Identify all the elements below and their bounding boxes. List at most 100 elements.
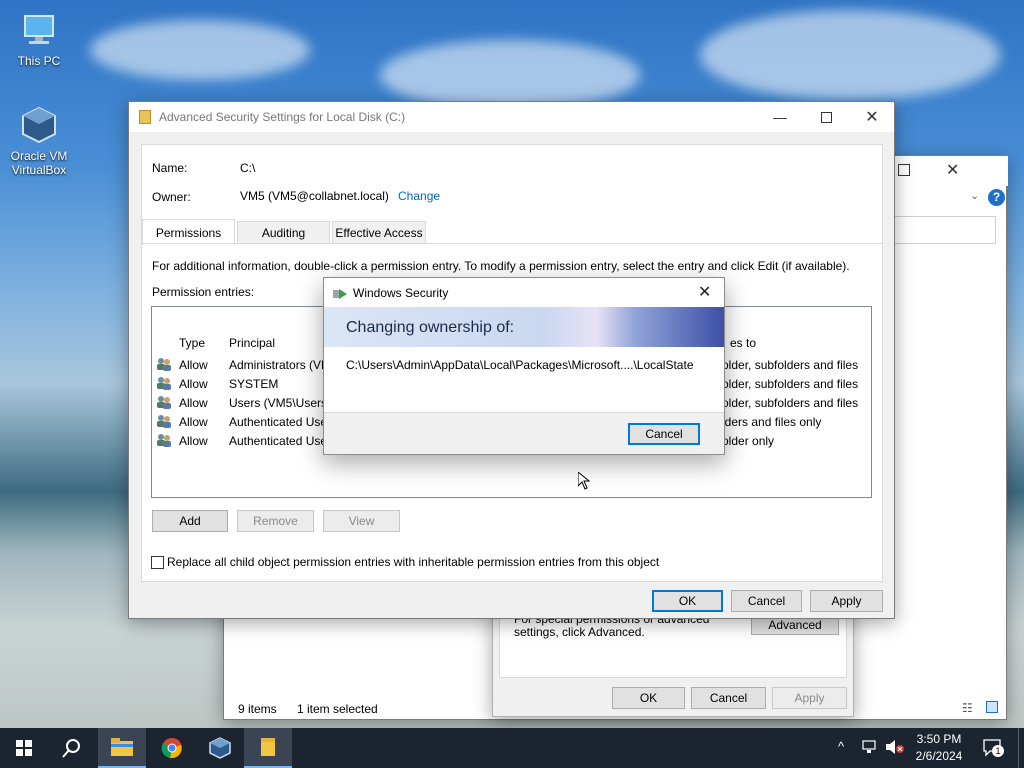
tab-permissions[interactable]: Permissions bbox=[142, 219, 235, 245]
status-item-count: 9 items bbox=[238, 702, 277, 716]
close-icon[interactable]: ✕ bbox=[946, 160, 959, 180]
entry-principal: Authenticated Use bbox=[229, 415, 328, 429]
dialog-footer: Cancel bbox=[324, 412, 724, 454]
users-icon bbox=[156, 414, 172, 428]
remove-button[interactable]: Remove bbox=[237, 510, 314, 532]
volume-muted-icon[interactable] bbox=[885, 740, 905, 754]
network-icon[interactable] bbox=[862, 740, 878, 754]
column-header-applies-to[interactable]: es to bbox=[730, 336, 756, 350]
entry-type: Allow bbox=[179, 434, 208, 448]
column-header-principal[interactable]: Principal bbox=[229, 336, 275, 350]
chevron-down-icon[interactable]: ⌄ bbox=[970, 189, 979, 202]
name-value: C:\ bbox=[240, 161, 256, 175]
clock-time: 3:50 PM bbox=[916, 732, 962, 746]
virtualbox-icon bbox=[209, 737, 231, 759]
dialog-heading: Changing ownership of: bbox=[346, 319, 515, 336]
desktop-icon-this-pc[interactable]: This PC bbox=[2, 10, 76, 68]
apply-button[interactable]: Apply bbox=[810, 590, 883, 612]
change-owner-link[interactable]: Change bbox=[398, 189, 440, 203]
wallpaper-cloud bbox=[90, 20, 310, 80]
details-view-icon[interactable]: ☷ bbox=[962, 701, 973, 715]
cancel-button[interactable]: Cancel bbox=[691, 687, 766, 709]
cancel-button[interactable]: Cancel bbox=[628, 423, 700, 445]
taskbar-file-explorer[interactable] bbox=[98, 728, 146, 768]
search-input[interactable] bbox=[894, 216, 996, 244]
entry-principal: Authenticated Use bbox=[229, 434, 328, 448]
column-header-type[interactable]: Type bbox=[179, 336, 205, 350]
search-button[interactable] bbox=[48, 728, 96, 768]
windows-security-dialog: Windows Security ✕ Changing ownership of… bbox=[323, 277, 725, 455]
replace-permissions-label[interactable]: Replace all child object permission entr… bbox=[167, 555, 659, 569]
owner-value: VM5 (VM5@collabnet.local) bbox=[240, 189, 389, 203]
desktop-icon-virtualbox[interactable]: Oracle VM VirtualBox bbox=[2, 105, 76, 177]
desktop-icon-label: Oracle VM VirtualBox bbox=[10, 149, 68, 177]
mouse-cursor-icon bbox=[577, 470, 591, 490]
notification-badge: 1 bbox=[992, 745, 1004, 757]
windows-logo-icon bbox=[16, 740, 32, 756]
entry-principal: Administrators (VM bbox=[229, 358, 332, 372]
add-button[interactable]: Add bbox=[152, 510, 228, 532]
tab-effective-access[interactable]: Effective Access bbox=[332, 221, 426, 243]
taskbar-virtualbox[interactable] bbox=[196, 728, 244, 768]
replace-permissions-checkbox[interactable] bbox=[151, 556, 164, 569]
ownership-path: C:\Users\Admin\AppData\Local\Packages\Mi… bbox=[346, 358, 694, 372]
action-center-button[interactable]: 1 bbox=[982, 737, 1004, 757]
users-icon bbox=[156, 395, 172, 409]
ok-button[interactable]: OK bbox=[612, 687, 685, 709]
window-title: Advanced Security Settings for Local Dis… bbox=[159, 110, 406, 124]
computer-icon bbox=[19, 10, 59, 50]
security-shield-icon bbox=[333, 288, 347, 299]
folder-icon bbox=[139, 110, 151, 124]
tab-auditing[interactable]: Auditing bbox=[237, 221, 330, 243]
show-hidden-icons-chevron-icon[interactable]: ^ bbox=[838, 739, 844, 754]
close-icon[interactable]: ✕ bbox=[698, 282, 711, 302]
desktop-icon-label: This PC bbox=[17, 54, 61, 68]
taskbar: ^ 3:50 PM 2/6/2024 1 bbox=[0, 728, 1024, 768]
search-icon bbox=[62, 739, 80, 758]
taskbar-chrome[interactable] bbox=[148, 728, 196, 768]
entry-type: Allow bbox=[179, 396, 208, 410]
dialog-title: Windows Security bbox=[353, 285, 449, 300]
name-label: Name: bbox=[152, 161, 188, 175]
maximize-icon[interactable] bbox=[898, 164, 910, 176]
document-folder-icon bbox=[261, 738, 275, 756]
info-text: For additional information, double-click… bbox=[152, 259, 850, 273]
cancel-button[interactable]: Cancel bbox=[731, 590, 802, 612]
ok-button[interactable]: OK bbox=[652, 590, 723, 612]
entry-type: Allow bbox=[179, 377, 208, 391]
entry-type: Allow bbox=[179, 415, 208, 429]
close-icon[interactable]: ✕ bbox=[849, 102, 895, 132]
wallpaper-cloud bbox=[380, 40, 640, 110]
apply-button[interactable]: Apply bbox=[772, 687, 847, 709]
dialog-titlebar[interactable]: Windows Security ✕ bbox=[324, 278, 724, 307]
entry-applies-to: older, subfolders and files bbox=[722, 396, 859, 410]
entry-type: Allow bbox=[179, 358, 208, 372]
back-window-titlebar: ✕ bbox=[894, 156, 1008, 186]
window-titlebar[interactable]: Advanced Security Settings for Local Dis… bbox=[129, 102, 894, 132]
start-button[interactable] bbox=[0, 728, 48, 768]
status-selected-count: 1 item selected bbox=[297, 702, 378, 716]
tab-divider bbox=[142, 243, 882, 244]
permission-entries-label: Permission entries: bbox=[152, 285, 255, 299]
tiles-view-icon[interactable] bbox=[986, 701, 998, 713]
virtualbox-icon bbox=[19, 105, 59, 145]
wallpaper-cloud bbox=[700, 10, 1000, 100]
clock-date: 2/6/2024 bbox=[915, 749, 963, 763]
taskbar-properties[interactable] bbox=[244, 728, 292, 768]
entry-applies-to: older, subfolders and files bbox=[722, 377, 859, 391]
entry-principal: Users (VM5\Users) bbox=[229, 396, 332, 410]
clock[interactable]: 3:50 PM 2/6/2024 bbox=[912, 731, 966, 765]
chrome-icon bbox=[161, 738, 182, 759]
maximize-icon[interactable] bbox=[803, 102, 849, 132]
owner-label: Owner: bbox=[152, 190, 191, 204]
entry-principal: SYSTEM bbox=[229, 377, 279, 391]
users-icon bbox=[156, 376, 172, 390]
minimize-icon[interactable]: — bbox=[757, 102, 803, 132]
help-icon[interactable]: ? bbox=[988, 189, 1005, 206]
entry-applies-to: lders and files only bbox=[722, 415, 822, 429]
show-desktop-button[interactable] bbox=[1018, 728, 1024, 768]
view-button[interactable]: View bbox=[323, 510, 400, 532]
folder-icon bbox=[111, 738, 133, 756]
entry-applies-to: older, subfolders and files bbox=[722, 358, 859, 372]
users-icon bbox=[156, 433, 172, 447]
